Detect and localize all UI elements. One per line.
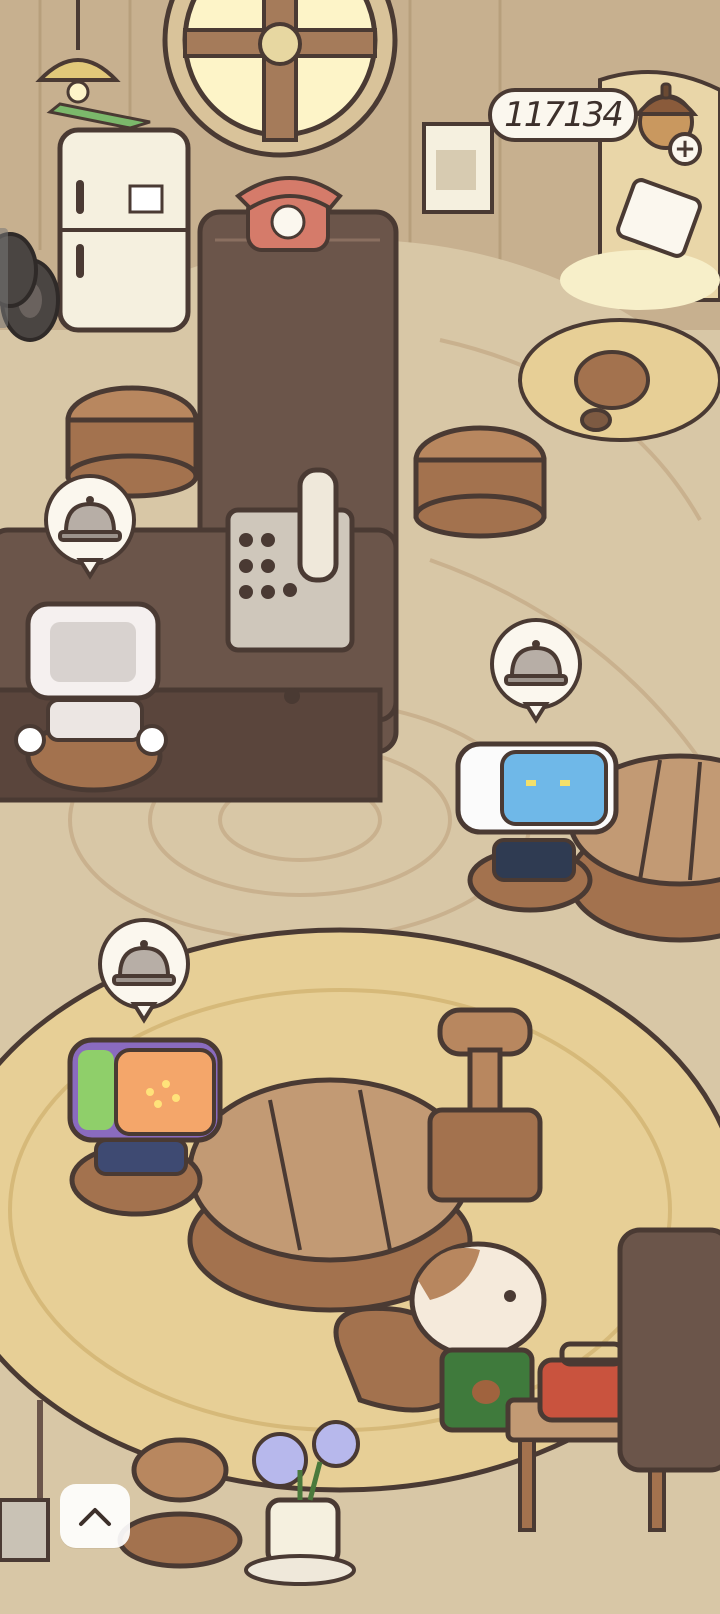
game-scene — [0, 0, 720, 1586]
hydrangea-pot — [244, 1420, 360, 1586]
add-coins-button[interactable]: + — [668, 132, 702, 166]
chevron-up-icon — [79, 1508, 111, 1526]
acorn-rug — [518, 318, 720, 442]
customer-robot-purple[interactable] — [67, 1037, 223, 1217]
brown-cabinet — [617, 1227, 720, 1473]
broom — [0, 1400, 50, 1562]
wall-calendar — [422, 122, 494, 214]
plus-label: + — [674, 134, 696, 164]
stool-center — [413, 425, 547, 539]
customer-robot-gray[interactable] — [14, 601, 168, 793]
expand-menu-button[interactable] — [60, 1484, 130, 1548]
telephone[interactable] — [234, 176, 343, 252]
side-drawer-handle[interactable] — [0, 228, 8, 328]
fridge[interactable] — [46, 102, 191, 333]
stone-bowl — [117, 1437, 243, 1569]
coin-count-text: 117134 — [504, 95, 624, 135]
coin-counter: 117134 — [488, 88, 638, 142]
